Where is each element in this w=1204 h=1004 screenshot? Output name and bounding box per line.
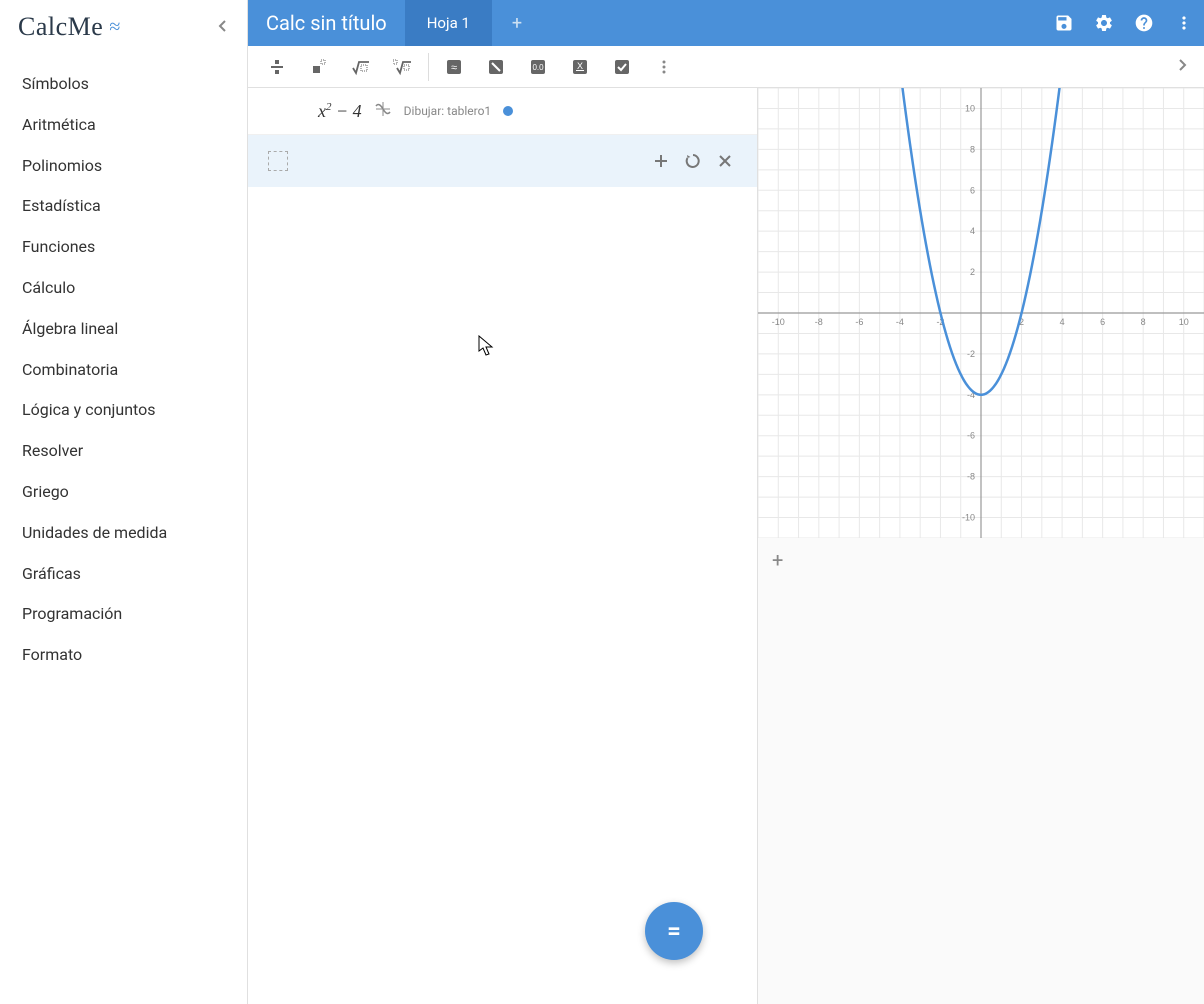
decimal-tool[interactable]: 0.0: [517, 46, 559, 88]
svg-text:4: 4: [970, 226, 975, 236]
toolbar-overflow-button[interactable]: [643, 46, 685, 88]
sidebar-item[interactable]: Estadística: [0, 186, 247, 227]
nroot-tool[interactable]: [382, 46, 424, 88]
expression-pane: x2 − 4 Dibujar: tablero1: [248, 88, 758, 1004]
svg-text:8: 8: [970, 144, 975, 154]
svg-text:-10: -10: [772, 317, 785, 327]
help-button[interactable]: [1124, 0, 1164, 46]
svg-text:0.0: 0.0: [532, 63, 544, 72]
svg-text:10: 10: [1179, 317, 1189, 327]
svg-text:4: 4: [1060, 317, 1065, 327]
sidebar-item[interactable]: Álgebra lineal: [0, 309, 247, 350]
sidebar: CalcMe ≈ SímbolosAritméticaPolinomiosEst…: [0, 0, 248, 1004]
svg-text:8: 8: [1141, 317, 1146, 327]
sidebar-item[interactable]: Combinatoria: [0, 350, 247, 391]
svg-text:-4: -4: [896, 317, 904, 327]
toolbar: ≈ 0.0 X: [248, 46, 1204, 88]
add-action-button[interactable]: [645, 145, 677, 177]
add-graph-button[interactable]: +: [758, 538, 1204, 582]
sidebar-collapse-button[interactable]: [213, 14, 231, 41]
svg-text:-6: -6: [855, 317, 863, 327]
sidebar-item[interactable]: Gráficas: [0, 554, 247, 595]
graph-canvas[interactable]: -10-8-6-4-2246810-10-8-6-4-2246810: [758, 88, 1204, 538]
math-input-placeholder[interactable]: [268, 151, 288, 171]
round-tool[interactable]: X: [559, 46, 601, 88]
sidebar-nav: SímbolosAritméticaPolinomiosEstadísticaF…: [0, 50, 247, 690]
exponent-tool[interactable]: [298, 46, 340, 88]
svg-text:-6: -6: [967, 431, 975, 441]
sidebar-item[interactable]: Cálculo: [0, 268, 247, 309]
save-button[interactable]: [1044, 0, 1084, 46]
sidebar-item[interactable]: Aritmética: [0, 105, 247, 146]
expression-row[interactable]: x2 − 4 Dibujar: tablero1: [248, 88, 757, 135]
sidebar-item[interactable]: Resolver: [0, 431, 247, 472]
svg-text:2: 2: [970, 267, 975, 277]
sidebar-item[interactable]: Lógica y conjuntos: [0, 390, 247, 431]
svg-text:6: 6: [1100, 317, 1105, 327]
graph-pane: -10-8-6-4-2246810-10-8-6-4-2246810 +: [758, 88, 1204, 1004]
more-menu-button[interactable]: [1164, 0, 1204, 46]
svg-text:6: 6: [970, 185, 975, 195]
sidebar-item[interactable]: Programación: [0, 594, 247, 635]
sidebar-item[interactable]: Griego: [0, 472, 247, 513]
settings-button[interactable]: [1084, 0, 1124, 46]
refresh-button[interactable]: [677, 145, 709, 177]
logo-squiggle-icon: ≈: [109, 16, 120, 39]
document-title[interactable]: Calc sin título: [248, 0, 405, 46]
svg-text:-10: -10: [962, 513, 975, 523]
svg-text:X: X: [577, 61, 583, 71]
sheet-tab[interactable]: Hoja 1: [405, 0, 492, 46]
add-tab-button[interactable]: +: [492, 0, 542, 46]
sidebar-item[interactable]: Polinomios: [0, 146, 247, 187]
svg-text:-2: -2: [967, 349, 975, 359]
plot-label: Dibujar: tablero1: [404, 104, 492, 118]
series-color-dot: [503, 106, 513, 116]
app-logo: CalcMe ≈: [18, 12, 121, 42]
fraction-tool[interactable]: [256, 46, 298, 88]
svg-text:10: 10: [965, 103, 975, 113]
expression-formula: x2 − 4: [318, 101, 362, 122]
titlebar: Calc sin título Hoja 1 +: [248, 0, 1204, 46]
svg-text:-8: -8: [815, 317, 823, 327]
approx-tool[interactable]: ≈: [433, 46, 475, 88]
sqrt-tool[interactable]: [340, 46, 382, 88]
toolbar-next-button[interactable]: [1170, 49, 1196, 84]
active-input-row[interactable]: [248, 135, 757, 187]
calculate-fab[interactable]: =: [645, 902, 703, 960]
plot-icon: [374, 100, 392, 122]
close-row-button[interactable]: [709, 145, 741, 177]
sidebar-item[interactable]: Unidades de medida: [0, 513, 247, 554]
sidebar-item[interactable]: Símbolos: [0, 64, 247, 105]
svg-text:≈: ≈: [451, 62, 457, 74]
check-tool[interactable]: [601, 46, 643, 88]
sidebar-item[interactable]: Formato: [0, 635, 247, 676]
svg-text:-8: -8: [967, 472, 975, 482]
sidebar-item[interactable]: Funciones: [0, 227, 247, 268]
negate-tool[interactable]: [475, 46, 517, 88]
